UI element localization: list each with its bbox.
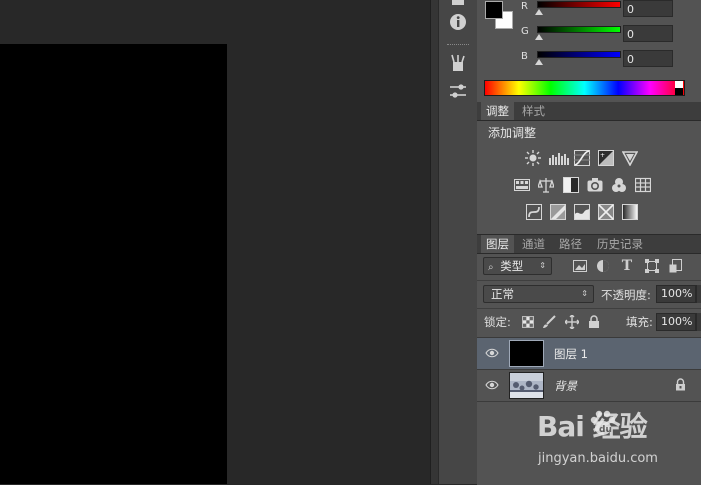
- layer-filter-value: 类型: [500, 259, 524, 273]
- channel-g-slider[interactable]: [537, 26, 621, 33]
- canvas-area: [0, 0, 437, 484]
- selective-color-icon[interactable]: [598, 204, 614, 220]
- fill-input[interactable]: 100%: [656, 313, 696, 331]
- levels-icon[interactable]: [549, 150, 569, 166]
- threshold-icon[interactable]: [574, 204, 590, 220]
- gradient-map-icon[interactable]: [622, 204, 638, 220]
- hue-saturation-icon[interactable]: [514, 177, 530, 193]
- vibrance-icon[interactable]: [622, 150, 638, 166]
- color-spectrum-bar[interactable]: [484, 80, 685, 96]
- invert-icon[interactable]: [526, 204, 542, 220]
- fill-dropdown-arrow[interactable]: [696, 313, 701, 331]
- tab-paths[interactable]: 路径: [554, 235, 587, 253]
- black-white-icon[interactable]: [563, 177, 579, 193]
- channel-b-slider[interactable]: [537, 51, 621, 58]
- divider: [477, 308, 701, 309]
- layer-row-background[interactable]: 背景: [477, 370, 701, 402]
- lock-label: 锁定:: [484, 315, 511, 329]
- lock-image-brush-icon[interactable]: [542, 315, 556, 329]
- brightness-icon[interactable]: [525, 150, 541, 166]
- lock-icon: [675, 378, 686, 394]
- divider: [477, 280, 701, 281]
- channel-r-label: R: [521, 1, 528, 12]
- channel-g-label: G: [521, 26, 529, 37]
- search-icon: ⌕: [488, 262, 494, 273]
- posterize-icon[interactable]: [550, 204, 566, 220]
- foreground-color-swatch[interactable]: [485, 1, 503, 19]
- channel-b-thumb[interactable]: [535, 59, 543, 65]
- svg-text:+: +: [600, 152, 605, 159]
- channel-r-value[interactable]: 0: [623, 0, 673, 17]
- adjustments-panel: 调整 样式 添加调整 +: [477, 102, 701, 234]
- eye-icon[interactable]: [485, 346, 499, 360]
- chevron-updown-icon: ⇕: [539, 261, 546, 270]
- add-adjustment-label: 添加调整: [488, 126, 537, 140]
- filter-smart-object-icon[interactable]: [669, 259, 683, 273]
- layer-filter-dropdown[interactable]: ⌕ 类型 ⇕: [483, 257, 552, 275]
- channel-b-label: B: [521, 51, 528, 62]
- curves-icon[interactable]: [574, 150, 590, 166]
- opacity-label: 不透明度:: [601, 288, 651, 302]
- layer-thumbnail: [509, 340, 544, 367]
- channel-r-thumb[interactable]: [535, 9, 543, 15]
- channel-g-value[interactable]: 0: [623, 25, 673, 42]
- svg-text:du: du: [599, 425, 612, 435]
- tab-channels[interactable]: 通道: [517, 235, 550, 253]
- channel-r-slider[interactable]: [537, 1, 621, 8]
- channel-mixer-icon[interactable]: [611, 177, 627, 193]
- exposure-icon[interactable]: +: [598, 150, 614, 166]
- brushes-icon[interactable]: [448, 53, 468, 73]
- eye-icon[interactable]: [485, 378, 499, 392]
- filter-adjustment-icon[interactable]: [596, 259, 610, 273]
- layer-name[interactable]: 背景: [554, 378, 577, 394]
- lock-all-icon[interactable]: [587, 315, 601, 329]
- strip-divider: [447, 44, 469, 47]
- color-balance-icon[interactable]: [538, 177, 554, 193]
- spectrum-black-white[interactable]: [675, 81, 683, 95]
- filter-shape-icon[interactable]: [645, 259, 659, 273]
- info-icon[interactable]: [448, 12, 468, 32]
- layer-row-layer1[interactable]: 图层 1: [477, 338, 701, 370]
- color-panel: R 0 G 0 B 0: [477, 0, 701, 103]
- panel-icon-strip: [438, 0, 478, 484]
- blend-mode-value: 正常: [491, 287, 514, 301]
- blend-mode-dropdown[interactable]: 正常 ⇕: [483, 285, 594, 303]
- layer-name[interactable]: 图层 1: [554, 346, 588, 362]
- chevron-updown-icon: ⇕: [581, 289, 588, 298]
- paw-icon: du: [588, 408, 618, 441]
- tab-adjustments[interactable]: 调整: [481, 102, 514, 120]
- tab-layers[interactable]: 图层: [481, 235, 514, 253]
- channel-b-value[interactable]: 0: [623, 50, 673, 67]
- lock-transparent-icon[interactable]: [521, 315, 535, 329]
- fill-label: 填充:: [626, 315, 653, 329]
- tab-styles[interactable]: 样式: [517, 102, 550, 120]
- layers-panel: 图层 通道 路径 历史记录 ⌕ 类型 ⇕ T 正常 ⇕ 不透明度: 100% 锁…: [477, 234, 701, 485]
- watermark-url: jingyan.baidu.com: [538, 451, 658, 466]
- document-canvas[interactable]: [0, 44, 227, 484]
- tab-history[interactable]: 历史记录: [592, 235, 648, 253]
- filter-type-icon[interactable]: T: [620, 258, 634, 274]
- opacity-dropdown-arrow[interactable]: [696, 285, 701, 303]
- layers-tab-row: 图层 通道 路径 历史记录: [477, 235, 701, 254]
- photo-filter-icon[interactable]: [587, 177, 603, 193]
- adjust-brush-icon[interactable]: [448, 81, 468, 101]
- layer-thumbnail: [509, 372, 544, 399]
- channel-g-thumb[interactable]: [535, 34, 543, 40]
- color-lookup-icon[interactable]: [635, 177, 651, 193]
- lock-position-move-icon[interactable]: [565, 315, 579, 329]
- opacity-input[interactable]: 100%: [656, 285, 696, 303]
- adjustments-tab-row: 调整 样式: [477, 102, 701, 121]
- filter-pixel-icon[interactable]: [573, 259, 587, 273]
